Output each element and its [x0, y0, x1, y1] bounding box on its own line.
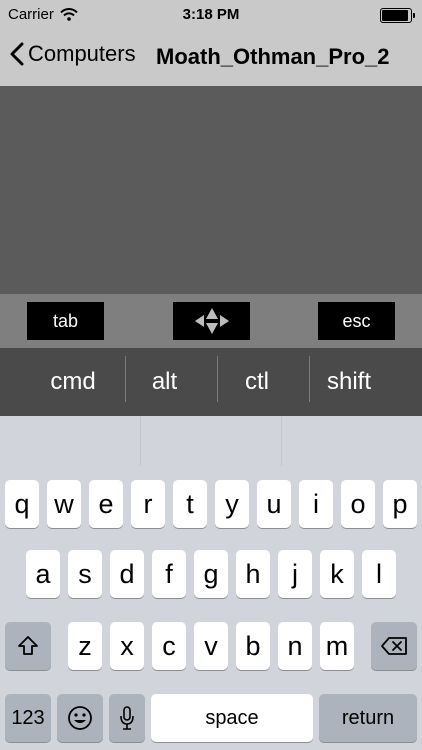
key-x[interactable]: x: [110, 622, 144, 670]
key-a[interactable]: a: [26, 550, 60, 598]
status-bar: Carrier 3:18 PM: [0, 0, 422, 30]
battery-fill: [382, 10, 408, 21]
shift-modifier-key[interactable]: shift: [310, 348, 388, 416]
key-e[interactable]: e: [89, 480, 123, 528]
ctl-key[interactable]: ctl: [218, 348, 296, 416]
key-p[interactable]: p: [383, 480, 417, 528]
shift-key[interactable]: [5, 622, 51, 670]
key-l[interactable]: l: [362, 550, 396, 598]
space-key[interactable]: space: [151, 694, 313, 742]
key-y[interactable]: y: [215, 480, 249, 528]
key-h[interactable]: h: [236, 550, 270, 598]
keyboard-suggestion-bar: [0, 416, 422, 466]
key-w[interactable]: w: [47, 480, 81, 528]
delete-icon: [381, 637, 407, 655]
key-s[interactable]: s: [68, 550, 102, 598]
numbers-key[interactable]: 123: [5, 694, 51, 742]
key-q[interactable]: q: [5, 480, 39, 528]
alt-key[interactable]: alt: [126, 348, 203, 416]
suggestion-divider: [140, 416, 141, 466]
microphone-key[interactable]: [109, 694, 145, 742]
key-n[interactable]: n: [278, 622, 312, 670]
status-time: 3:18 PM: [182, 6, 240, 23]
key-k[interactable]: k: [320, 550, 354, 598]
key-o[interactable]: o: [341, 480, 375, 528]
key-t[interactable]: t: [173, 480, 207, 528]
keyboard: q w e r t y u i o p a s d f g h j k l z …: [0, 466, 422, 750]
back-chevron-icon: [10, 42, 24, 66]
battery-icon: [380, 8, 415, 23]
back-button[interactable]: Computers: [10, 41, 136, 67]
emoji-icon: [68, 706, 92, 730]
key-c[interactable]: c: [152, 622, 186, 670]
key-m[interactable]: m: [320, 622, 354, 670]
arrow-pad-button[interactable]: [173, 302, 250, 340]
trackpad-area[interactable]: [0, 86, 422, 294]
modifier-keys-bar: cmd alt ctl shift: [0, 348, 422, 416]
key-z[interactable]: z: [68, 622, 102, 670]
key-r[interactable]: r: [131, 480, 165, 528]
key-d[interactable]: d: [110, 550, 144, 598]
key-v[interactable]: v: [194, 622, 228, 670]
key-i[interactable]: i: [299, 480, 333, 528]
microphone-icon: [120, 706, 134, 730]
back-button-label: Computers: [28, 41, 136, 66]
cmd-key[interactable]: cmd: [27, 348, 119, 416]
key-u[interactable]: u: [257, 480, 291, 528]
return-key[interactable]: return: [319, 694, 417, 742]
emoji-key[interactable]: [57, 694, 103, 742]
special-keys-bar: tab esc: [0, 294, 422, 348]
shift-icon: [18, 636, 38, 655]
key-b[interactable]: b: [236, 622, 270, 670]
suggestion-divider: [281, 416, 282, 466]
tab-key-button[interactable]: tab: [27, 302, 104, 340]
delete-key[interactable]: [371, 622, 417, 670]
key-g[interactable]: g: [194, 550, 228, 598]
navigation-bar: Computers Moath_Othman_Pro_2: [0, 30, 422, 86]
key-j[interactable]: j: [278, 550, 312, 598]
esc-key-button[interactable]: esc: [318, 302, 395, 340]
key-f[interactable]: f: [152, 550, 186, 598]
page-title: Moath_Othman_Pro_2: [156, 44, 390, 69]
arrow-pad-icon: [194, 308, 229, 334]
